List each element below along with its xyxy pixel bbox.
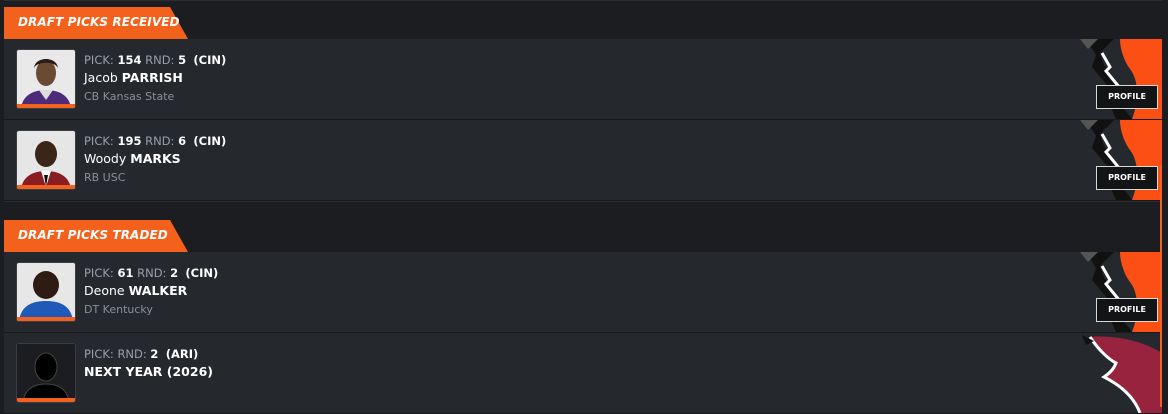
- section-tag: DRAFT PICKS RECEIVED: [4, 7, 188, 39]
- round-number: 5: [178, 53, 187, 67]
- profile-button[interactable]: PROFILE: [1096, 85, 1158, 109]
- section-title: DRAFT PICKS RECEIVED: [18, 15, 180, 29]
- section-title: DRAFT PICKS TRADED: [18, 228, 168, 242]
- round-number: 2: [150, 347, 159, 361]
- pick-label: PICK:: [84, 134, 114, 148]
- pick-number: 61: [117, 266, 134, 280]
- player-silhouette: [16, 343, 76, 403]
- pick-label: PICK:: [84, 53, 114, 67]
- section-header-received: DRAFT PICKS RECEIVED: [4, 0, 1162, 39]
- player-last-name[interactable]: PARRISH: [122, 70, 183, 85]
- round-label: RND:: [145, 134, 175, 148]
- pick-row: PICK: RND: 2 (ARI) NEXT YEAR (2026): [4, 333, 1162, 414]
- player-last-name[interactable]: WALKER: [129, 283, 188, 298]
- scroll-indicator: [1160, 165, 1162, 407]
- round-label: RND:: [117, 347, 147, 361]
- pick-team: (CIN): [193, 53, 227, 67]
- pick-label: PICK:: [84, 266, 114, 280]
- pick-row: PICK: 154 RND: 5 (CIN) Jacob PARRISH CB …: [4, 39, 1162, 120]
- player-first-name[interactable]: Jacob: [84, 70, 118, 85]
- pick-team: (CIN): [193, 134, 227, 148]
- draft-picks-panel: DRAFT PICKS RECEIVED PICK: 154 RND: 5 (C…: [4, 0, 1162, 414]
- cardinals-logo: [1082, 335, 1162, 413]
- pick-team: (ARI): [165, 347, 199, 361]
- round-number: 2: [170, 266, 179, 280]
- pick-number: 154: [117, 53, 142, 67]
- round-number: 6: [178, 134, 187, 148]
- round-label: RND:: [145, 53, 175, 67]
- player-headshot: [16, 130, 76, 190]
- pick-number: 195: [117, 134, 142, 148]
- player-position-school: DT Kentucky: [84, 303, 153, 316]
- player-last-name[interactable]: MARKS: [130, 151, 180, 166]
- player-headshot: [16, 49, 76, 109]
- profile-button[interactable]: PROFILE: [1096, 166, 1158, 190]
- section-header-traded: DRAFT PICKS TRADED: [4, 201, 1162, 252]
- player-headshot: [16, 262, 76, 322]
- round-label: RND:: [137, 266, 167, 280]
- player-first-name[interactable]: Woody: [84, 151, 126, 166]
- player-first-name[interactable]: Deone: [84, 283, 125, 298]
- player-position-school: RB USC: [84, 171, 126, 184]
- pick-label: PICK:: [84, 347, 114, 361]
- player-position-school: CB Kansas State: [84, 90, 175, 103]
- pick-row: PICK: 195 RND: 6 (CIN) Woody MARKS RB US…: [4, 120, 1162, 201]
- pick-team: (CIN): [185, 266, 219, 280]
- pick-row: PICK: 61 RND: 2 (CIN) Deone WALKER DT Ke…: [4, 252, 1162, 333]
- profile-button[interactable]: PROFILE: [1096, 298, 1158, 322]
- section-tag: DRAFT PICKS TRADED: [4, 220, 188, 252]
- future-pick-label: NEXT YEAR (2026): [84, 364, 213, 379]
